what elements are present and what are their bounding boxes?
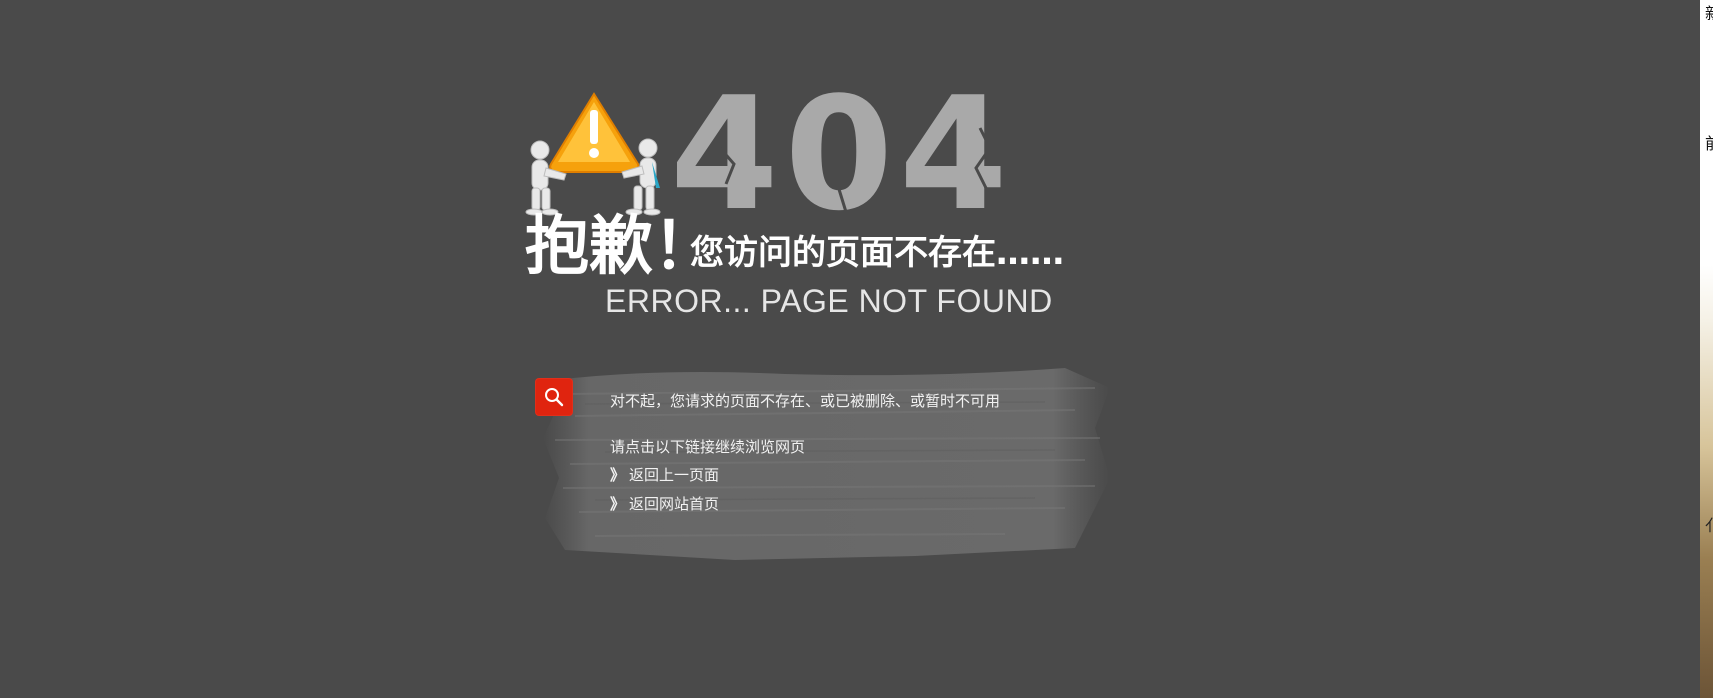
back-to-previous-label: 返回上一页面 <box>629 466 720 484</box>
back-to-home-label: 返回网站首页 <box>629 494 720 513</box>
back-to-home-link[interactable]: 》返回网站首页 <box>610 495 1000 515</box>
edge-char: 前 <box>1704 134 1713 153</box>
chevron-right-icon: 》 <box>610 494 626 513</box>
chevron-right-icon: 》 <box>610 466 626 484</box>
warning-triangle-icon <box>549 92 640 173</box>
error-code: 404 <box>670 88 1014 245</box>
search-badge <box>535 378 573 416</box>
navigation-prompt: 请点击以下链接继续浏览网页 <box>610 437 806 456</box>
adjacent-window-edge: 新 前 亻 <box>1700 0 1713 698</box>
error-message-block: 对不起，您请求的页面不存在、或已被删除、或暂时不可用 请点击以下链接继续浏览网页… <box>610 392 1000 523</box>
search-icon <box>545 388 564 407</box>
error-english: ERROR... PAGE NOT FOUND <box>605 283 1053 319</box>
edge-char: 亻 <box>1704 516 1713 535</box>
error-subtitle: 您访问的页面不存在…… <box>690 233 1064 273</box>
error-title: 抱歉！ <box>525 210 717 284</box>
error-illustration: 404 抱歉！ 您访问的页面不存在…… ERROR... PAGE NOT FO… <box>525 88 1064 319</box>
edge-char: 新 <box>1704 4 1713 23</box>
back-to-previous-link[interactable]: 》返回上一页面 <box>610 466 1000 486</box>
error-hero: 404 抱歉！ 您访问的页面不存在…… ERROR... PAGE NOT FO… <box>520 88 1200 338</box>
error-message-text: 对不起，您请求的页面不存在、或已被删除、或暂时不可用 <box>610 392 1001 410</box>
